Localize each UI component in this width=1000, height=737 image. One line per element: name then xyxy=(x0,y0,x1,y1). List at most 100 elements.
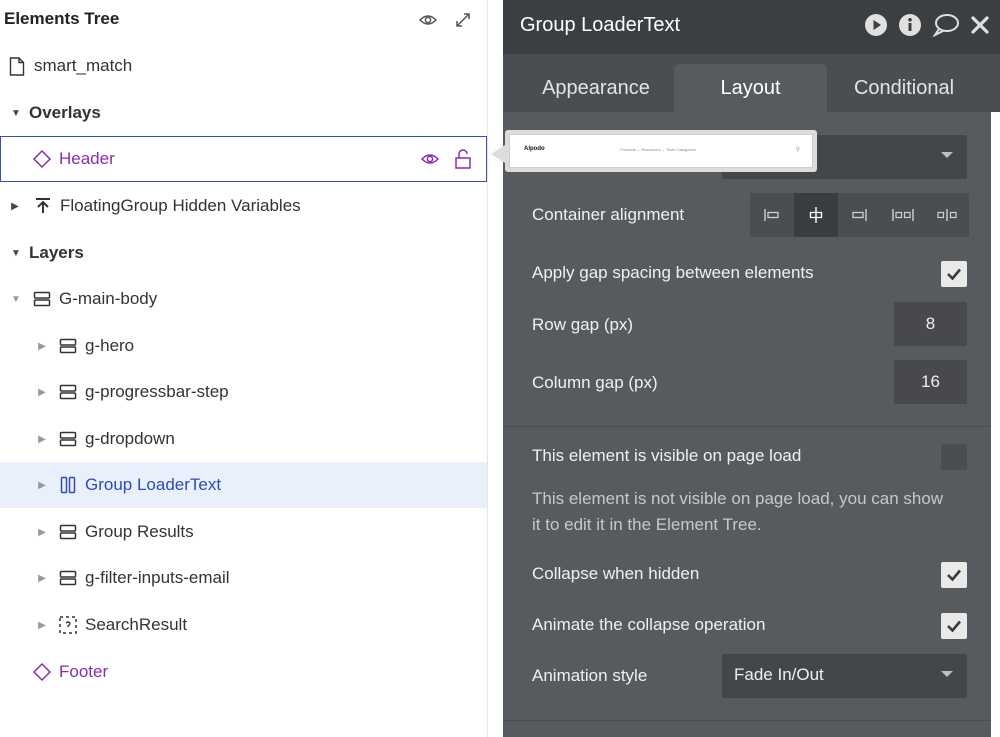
tree-item-label: g-dropdown xyxy=(85,429,175,448)
gap-spacing-checkbox[interactable] xyxy=(941,261,967,287)
tree-item-g-hero[interactable]: ▶ g-hero xyxy=(0,323,487,369)
row-actions xyxy=(420,149,472,174)
tree-item-label: g-progressbar-step xyxy=(85,382,229,401)
tree-item-label: Footer xyxy=(59,662,109,681)
collapse-when-hidden-checkbox[interactable] xyxy=(941,562,967,588)
tree-item-group-results[interactable]: ▶ Group Results xyxy=(0,509,487,555)
column-gap-input[interactable]: 16 xyxy=(894,360,967,404)
elements-tree-title: Elements Tree xyxy=(4,9,120,28)
tree-item-group-loadertext[interactable]: ▶ Group LoaderText xyxy=(0,462,487,508)
caret-right-icon[interactable]: ▶ xyxy=(35,620,49,631)
chevron-down-icon xyxy=(941,671,953,677)
tree-section-overlays[interactable]: ▼ Overlays xyxy=(0,90,487,136)
group-row-icon xyxy=(57,474,79,496)
floating-group-icon xyxy=(32,195,54,217)
caret-right-icon[interactable]: ▶ xyxy=(35,573,49,584)
animation-style-label: Animation style xyxy=(532,666,648,685)
tree-section-label: Layers xyxy=(29,243,84,262)
group-column-icon xyxy=(57,567,79,589)
tree-item-label: g-filter-inputs-email xyxy=(85,568,230,587)
align-center-button[interactable] xyxy=(793,193,838,237)
comment-icon[interactable] xyxy=(932,13,960,42)
element-preview-tooltip: Alpodo Products ⌄ Resources ⌄ Tools Cate… xyxy=(505,130,817,172)
tree-section-layers[interactable]: ▼ Layers xyxy=(0,230,487,276)
container-alignment-label: Container alignment xyxy=(532,205,685,224)
property-editor: Group LoaderText Appearance Layout Condi… xyxy=(503,0,1000,737)
tab-layout[interactable]: Layout xyxy=(674,64,827,112)
tree-item-g-progressbar-step[interactable]: ▶ g-progressbar-step xyxy=(0,369,487,415)
container-alignment-buttons xyxy=(750,193,969,237)
tree-item-label: Group LoaderText xyxy=(85,475,222,494)
tree-item-smart-match[interactable]: smart_match xyxy=(0,43,487,89)
caret-down-icon[interactable]: ▼ xyxy=(9,248,23,259)
caret-down-icon[interactable]: ▼ xyxy=(9,108,23,119)
bubble-editor: Elements Tree smart_match ▼ Overlays Hea… xyxy=(0,0,1000,737)
header-actions xyxy=(864,13,990,42)
group-column-icon xyxy=(57,428,79,450)
tree-item-label: Group Results xyxy=(85,522,194,541)
elements-tree-header: Elements Tree xyxy=(0,0,488,40)
tree-item-searchresult[interactable]: ▶ SearchResult xyxy=(0,602,487,648)
play-icon[interactable] xyxy=(864,13,888,42)
property-editor-header: Group LoaderText xyxy=(503,0,1000,54)
caret-right-icon[interactable]: ▶ xyxy=(35,434,49,445)
property-editor-title: Group LoaderText xyxy=(520,14,681,36)
info-icon[interactable] xyxy=(898,13,922,42)
eye-icon[interactable] xyxy=(420,149,440,174)
close-icon[interactable] xyxy=(970,15,990,40)
preview-nav: Products ⌄ Resources ⌄ Tools Categories xyxy=(620,147,696,152)
tree-item-label: G-main-body xyxy=(59,289,158,308)
row-gap-input[interactable]: 8 xyxy=(894,302,967,346)
animation-style-dropdown[interactable]: Fade In/Out xyxy=(722,654,967,698)
visible-on-load-checkbox[interactable] xyxy=(941,444,967,470)
tree-item-floatinggroup[interactable]: ▶ FloatingGroup Hidden Variables xyxy=(0,183,487,229)
unlock-icon[interactable] xyxy=(454,149,472,174)
gap-spacing-label: Apply gap spacing between elements xyxy=(532,263,814,282)
reusable-diamond-icon xyxy=(31,661,53,683)
space-around-button[interactable] xyxy=(925,193,969,237)
row-gap-label: Row gap (px) xyxy=(532,315,634,334)
caret-down-icon[interactable]: ▼ xyxy=(9,294,23,305)
preview-arrow xyxy=(491,145,505,163)
chevron-down-icon xyxy=(941,152,953,158)
visible-on-load-label: This element is visible on page load xyxy=(532,446,802,465)
group-column-icon xyxy=(57,335,79,357)
section-divider xyxy=(503,426,1000,427)
search-icon: ⚲ xyxy=(795,147,800,153)
tree-item-g-main-body[interactable]: ▼ G-main-body xyxy=(0,276,487,322)
tab-appearance[interactable]: Appearance xyxy=(521,64,671,112)
animation-style-value: Fade In/Out xyxy=(734,665,824,684)
eye-icon[interactable] xyxy=(418,10,438,30)
tree-item-label: SearchResult xyxy=(85,615,188,634)
caret-right-icon[interactable]: ▶ xyxy=(35,527,49,538)
align-left-button[interactable] xyxy=(750,193,794,237)
caret-right-icon[interactable]: ▶ xyxy=(35,480,49,491)
caret-right-icon[interactable]: ▶ xyxy=(35,341,49,352)
property-tabs: Appearance Layout Conditional xyxy=(503,54,1000,112)
expand-icon[interactable] xyxy=(453,10,473,30)
elements-tree-panel: Elements Tree smart_match ▼ Overlays Hea… xyxy=(0,0,488,737)
panel-scrollbar[interactable] xyxy=(991,112,1000,737)
tree-section-label: Overlays xyxy=(29,103,101,122)
header-preview-image: Alpodo Products ⌄ Resources ⌄ Tools Cate… xyxy=(509,134,813,168)
align-right-button[interactable] xyxy=(838,193,882,237)
space-between-button[interactable] xyxy=(881,193,925,237)
visibility-help-text: This element is not visible on page load… xyxy=(532,489,944,534)
group-column-icon xyxy=(57,521,79,543)
tree-item-g-filter-inputs-email[interactable]: ▶ g-filter-inputs-email xyxy=(0,555,487,601)
tree-item-header[interactable]: Header xyxy=(0,136,487,182)
tree-item-g-dropdown[interactable]: ▶ g-dropdown xyxy=(0,416,487,462)
collapse-when-hidden-label: Collapse when hidden xyxy=(532,564,700,583)
caret-right-icon[interactable]: ▶ xyxy=(8,201,22,212)
group-column-icon xyxy=(31,288,53,310)
section-divider xyxy=(503,720,1000,721)
group-column-icon xyxy=(57,381,79,403)
animate-collapse-checkbox[interactable] xyxy=(941,613,967,639)
tab-conditional[interactable]: Conditional xyxy=(829,64,979,112)
reusable-diamond-icon xyxy=(31,148,53,170)
caret-right-icon[interactable]: ▶ xyxy=(35,387,49,398)
column-gap-label: Column gap (px) xyxy=(532,373,658,392)
tree-item-label: Header xyxy=(59,149,115,168)
tree-item-footer[interactable]: Footer xyxy=(0,649,487,695)
tree-item-label: g-hero xyxy=(85,336,135,355)
